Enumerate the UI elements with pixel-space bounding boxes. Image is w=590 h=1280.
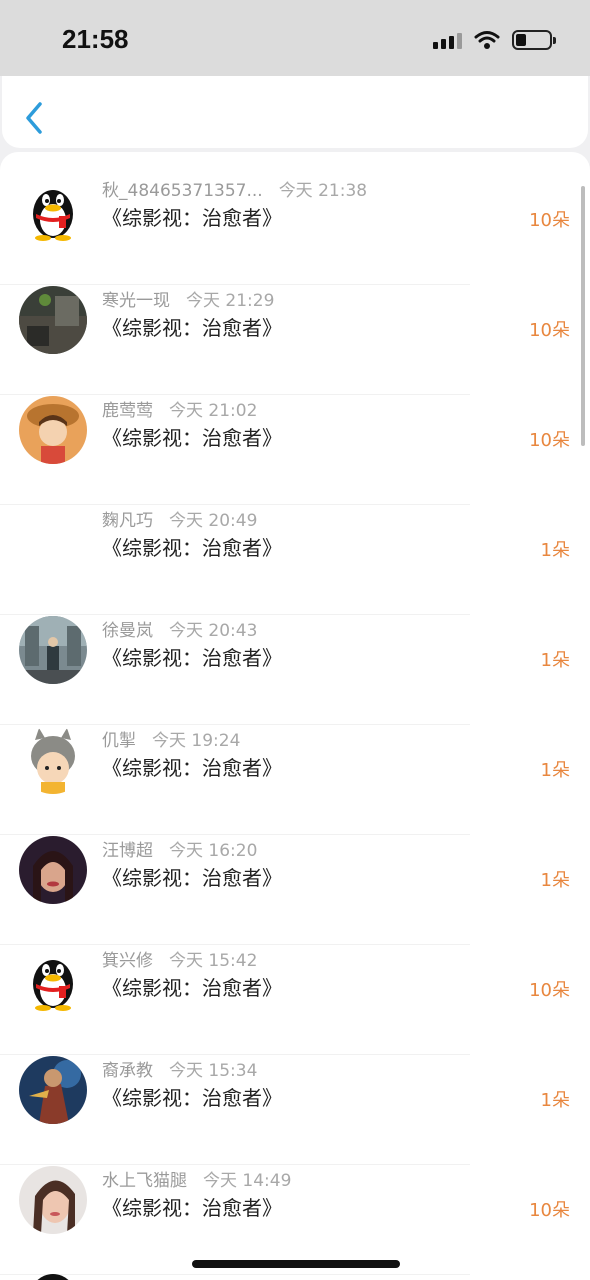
flower-count: 1朵 (540, 650, 570, 671)
divider (0, 284, 470, 285)
list-item[interactable]: 汪博超 今天 16:20 《综影视：治愈者》 1朵 (0, 836, 590, 946)
flower-count: 10朵 (529, 980, 570, 1001)
flower-count: 10朵 (529, 320, 570, 341)
avatar[interactable] (19, 946, 87, 1014)
user-name[interactable]: 箕兴修 (102, 951, 153, 971)
timestamp: 今天 15:42 (169, 951, 258, 971)
status-bar: 21:58 (0, 0, 590, 76)
cellular-signal-icon (433, 31, 462, 49)
portrait-woman-icon (19, 836, 87, 904)
navigation-bar (2, 76, 588, 148)
list-item[interactable]: 徐曼岚 今天 20:43 《综影视：治愈者》 1朵 (0, 616, 590, 726)
timestamp: 今天 20:43 (169, 621, 258, 641)
divider (0, 614, 470, 615)
divider (0, 1274, 470, 1275)
avatar[interactable] (19, 726, 87, 794)
user-name[interactable]: 鹿莺莺 (102, 401, 153, 421)
book-title: 《综影视：治愈者》 (102, 646, 282, 670)
timestamp: 今天 21:02 (169, 401, 258, 421)
book-title: 《综影视：治愈者》 (102, 316, 282, 340)
list-item[interactable]: 鹿莺莺 今天 21:02 《综影视：治愈者》 10朵 (0, 396, 590, 506)
book-title: 《综影视：治愈者》 (102, 1196, 282, 1220)
timestamp: 今天 16:20 (169, 841, 258, 861)
qq-penguin-icon (19, 946, 87, 1014)
user-name[interactable]: 裔承教 (102, 1061, 153, 1081)
gift-list: 秋_48465371357... 今天 21:38 《综影视：治愈者》 10朵 寒… (0, 152, 590, 1280)
divider (0, 944, 470, 945)
status-time: 21:58 (62, 24, 129, 54)
street-scene-icon (19, 616, 87, 684)
qq-penguin-icon (19, 176, 87, 244)
flower-count: 10朵 (529, 1200, 570, 1221)
timestamp: 今天 19:24 (152, 731, 241, 751)
timestamp: 今天 15:34 (169, 1061, 258, 1081)
totoro-cartoon-icon (19, 726, 87, 794)
book-title: 《综影视：治愈者》 (102, 756, 282, 780)
list-item[interactable]: 秋_48465371357... 今天 21:38 《综影视：治愈者》 10朵 (0, 176, 590, 286)
divider (0, 394, 470, 395)
avatar[interactable] (19, 286, 87, 354)
avatar[interactable] (19, 616, 87, 684)
wifi-icon (474, 31, 500, 49)
user-name[interactable]: 仉掣 (102, 731, 136, 751)
avatar[interactable] (19, 1166, 87, 1234)
flower-count: 1朵 (540, 760, 570, 781)
divider (0, 724, 470, 725)
list-item[interactable]: 仉掣 今天 19:24 《综影视：治愈者》 1朵 (0, 726, 590, 836)
avatar[interactable] (19, 506, 87, 574)
divider (0, 1164, 470, 1165)
timestamp: 今天 21:38 (278, 181, 368, 201)
user-name[interactable]: 水上飞猫腿 (102, 1171, 187, 1191)
book-title: 《综影视：治愈者》 (102, 206, 282, 230)
game-hero-icon (19, 1056, 87, 1124)
avatar[interactable] (19, 836, 87, 904)
home-indicator[interactable] (192, 1260, 400, 1268)
timestamp: 今天 20:49 (169, 511, 258, 531)
list-item[interactable]: 裔承教 今天 15:34 《综影视：治愈者》 1朵 (0, 1056, 590, 1166)
flower-count: 1朵 (540, 540, 570, 561)
battery-icon (512, 30, 556, 50)
divider (0, 1054, 470, 1055)
divider (0, 504, 470, 505)
anime-girl-icon (19, 396, 87, 464)
avatar[interactable] (19, 176, 87, 244)
book-title: 《综影视：治愈者》 (102, 536, 282, 560)
user-name[interactable]: 徐曼岚 (102, 621, 153, 641)
list-item[interactable]: 寒光一现 今天 21:29 《综影视：治愈者》 10朵 (0, 286, 590, 396)
photo-dark-icon (19, 286, 87, 354)
user-name[interactable]: 麴凡巧 (102, 511, 153, 531)
status-icons (433, 28, 556, 52)
back-icon[interactable] (20, 100, 48, 136)
flower-count: 1朵 (540, 870, 570, 891)
user-name[interactable]: 秋_48465371357... (102, 181, 263, 201)
avatar[interactable] (19, 1056, 87, 1124)
flower-count: 10朵 (529, 430, 570, 451)
divider (0, 834, 470, 835)
book-title: 《综影视：治愈者》 (102, 1086, 282, 1110)
flower-count: 10朵 (529, 210, 570, 231)
timestamp: 今天 14:49 (203, 1171, 292, 1191)
list-item[interactable]: 箕兴修 今天 15:42 《综影视：治愈者》 10朵 (0, 946, 590, 1056)
flower-count: 1朵 (540, 1090, 570, 1111)
avatar[interactable] (19, 396, 87, 464)
photo-woman-icon (19, 1166, 87, 1234)
book-title: 《综影视：治愈者》 (102, 866, 282, 890)
book-title: 《综影视：治愈者》 (102, 426, 282, 450)
book-title: 《综影视：治愈者》 (102, 976, 282, 1000)
user-name[interactable]: 寒光一现 (102, 291, 170, 311)
list-item[interactable]: 麴凡巧 今天 20:49 《综影视：治愈者》 1朵 (0, 506, 590, 616)
timestamp: 今天 21:29 (186, 291, 275, 311)
user-name[interactable]: 汪博超 (102, 841, 153, 861)
